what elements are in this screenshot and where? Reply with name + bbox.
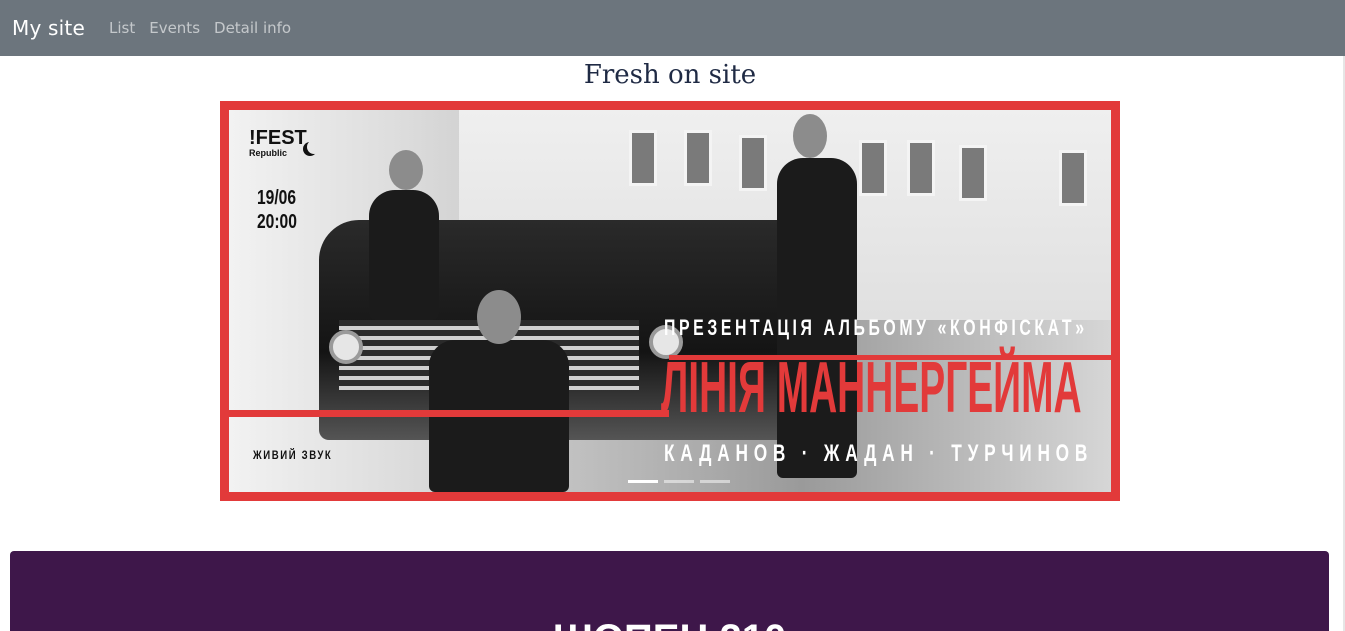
- carousel-indicator-2[interactable]: [664, 480, 694, 483]
- musician-right-head: [793, 114, 827, 158]
- section-title: Fresh on site: [583, 60, 757, 90]
- musician-center-head: [477, 290, 521, 344]
- carousel-indicators: [628, 480, 730, 483]
- carousel-indicator-3[interactable]: [700, 480, 730, 483]
- promo-title: ШОПЕН 210: [10, 617, 1329, 631]
- site-brand[interactable]: My site: [12, 16, 85, 40]
- building-window: [684, 130, 712, 186]
- fest-logo-sub: Republic: [249, 148, 288, 158]
- event-carousel[interactable]: !FEST Republic 19/06 20:00 ЖИВИЙ ЗВУК ПР…: [220, 101, 1120, 501]
- musician-left: [369, 190, 439, 320]
- car-headlight: [329, 330, 363, 364]
- event-date-block: 19/06 20:00: [257, 186, 297, 234]
- promo-card[interactable]: ШОПЕН 210: [10, 551, 1329, 631]
- building-window: [629, 130, 657, 186]
- live-sound-label: ЖИВИЙ ЗВУК: [253, 448, 333, 462]
- fest-logo: !FEST Republic: [249, 128, 307, 174]
- carousel-indicator-1[interactable]: [628, 480, 658, 483]
- event-time: 20:00: [257, 211, 297, 233]
- building-window: [959, 145, 987, 201]
- building-window: [859, 140, 887, 196]
- building-window: [739, 135, 767, 191]
- band-name: ЛІНІЯ МАННЕРГЕЙМА: [661, 348, 1082, 428]
- nav-link-events[interactable]: Events: [149, 19, 200, 37]
- event-date: 19/06: [257, 187, 297, 209]
- top-navbar: My site List Events Detail info: [0, 0, 1345, 56]
- band-members: КАДАНОВ · ЖАДАН · ТУРЧИНОВ: [664, 440, 1094, 467]
- nav-link-list[interactable]: List: [109, 19, 135, 37]
- fest-logo-text: !FEST: [249, 127, 307, 149]
- event-banner-image[interactable]: !FEST Republic 19/06 20:00 ЖИВИЙ ЗВУК ПР…: [229, 110, 1111, 492]
- building-window: [907, 140, 935, 196]
- album-presentation-text: ПРЕЗЕНТАЦІЯ АЛЬБОМУ «КОНФІСКАТ»: [664, 315, 1088, 340]
- red-accent-line: [229, 410, 669, 417]
- musician-left-head: [389, 150, 423, 190]
- moon-icon: [307, 140, 321, 154]
- building-window: [1059, 150, 1087, 206]
- nav-link-detail-info[interactable]: Detail info: [214, 19, 291, 37]
